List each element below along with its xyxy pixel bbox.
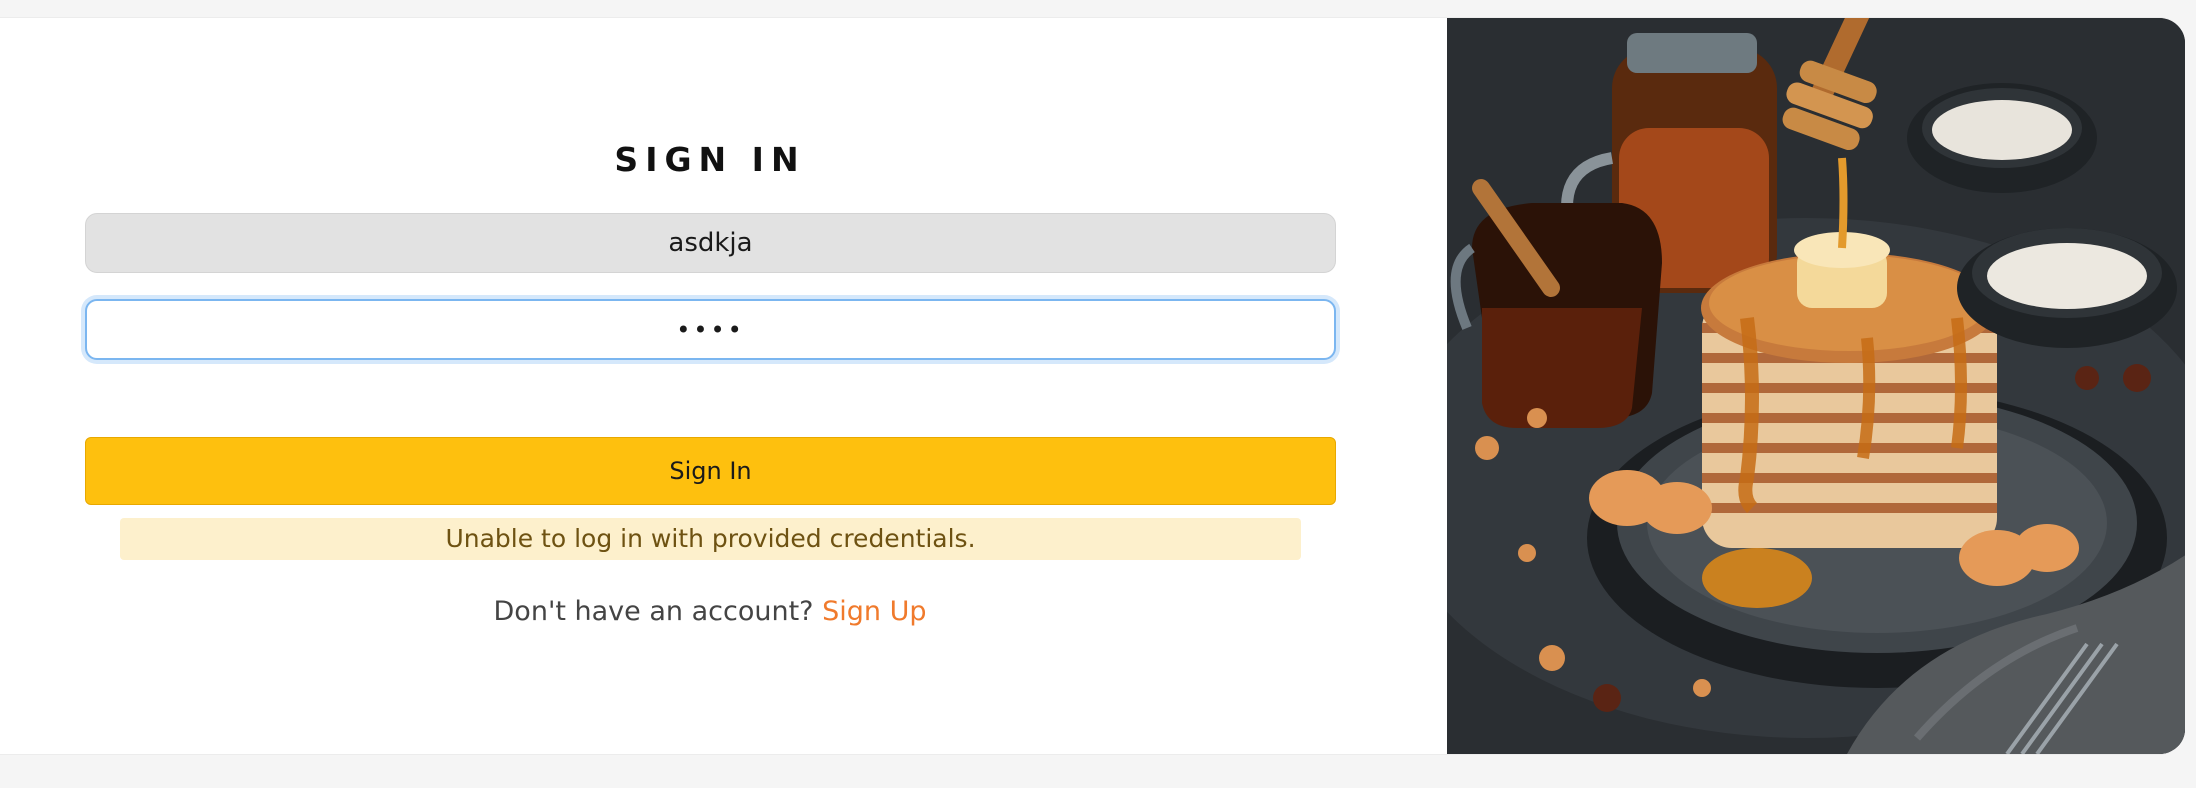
signup-row: Don't have an account? Sign Up xyxy=(0,596,1420,627)
pancakes-image xyxy=(1447,18,2185,754)
password-field[interactable] xyxy=(85,299,1336,360)
signin-form: SIGN IN Sign In Unable to log in with pr… xyxy=(0,18,1447,754)
signup-prompt: Don't have an account? xyxy=(493,596,814,627)
signin-button[interactable]: Sign In xyxy=(85,437,1336,505)
error-message: Unable to log in with provided credentia… xyxy=(120,518,1301,560)
pancakes-illustration xyxy=(1447,18,2185,754)
page: SIGN IN Sign In Unable to log in with pr… xyxy=(0,0,2196,788)
signup-link[interactable]: Sign Up xyxy=(822,596,926,627)
signin-card: SIGN IN Sign In Unable to log in with pr… xyxy=(0,17,2185,755)
username-field[interactable] xyxy=(85,213,1336,273)
page-title: SIGN IN xyxy=(614,140,806,179)
